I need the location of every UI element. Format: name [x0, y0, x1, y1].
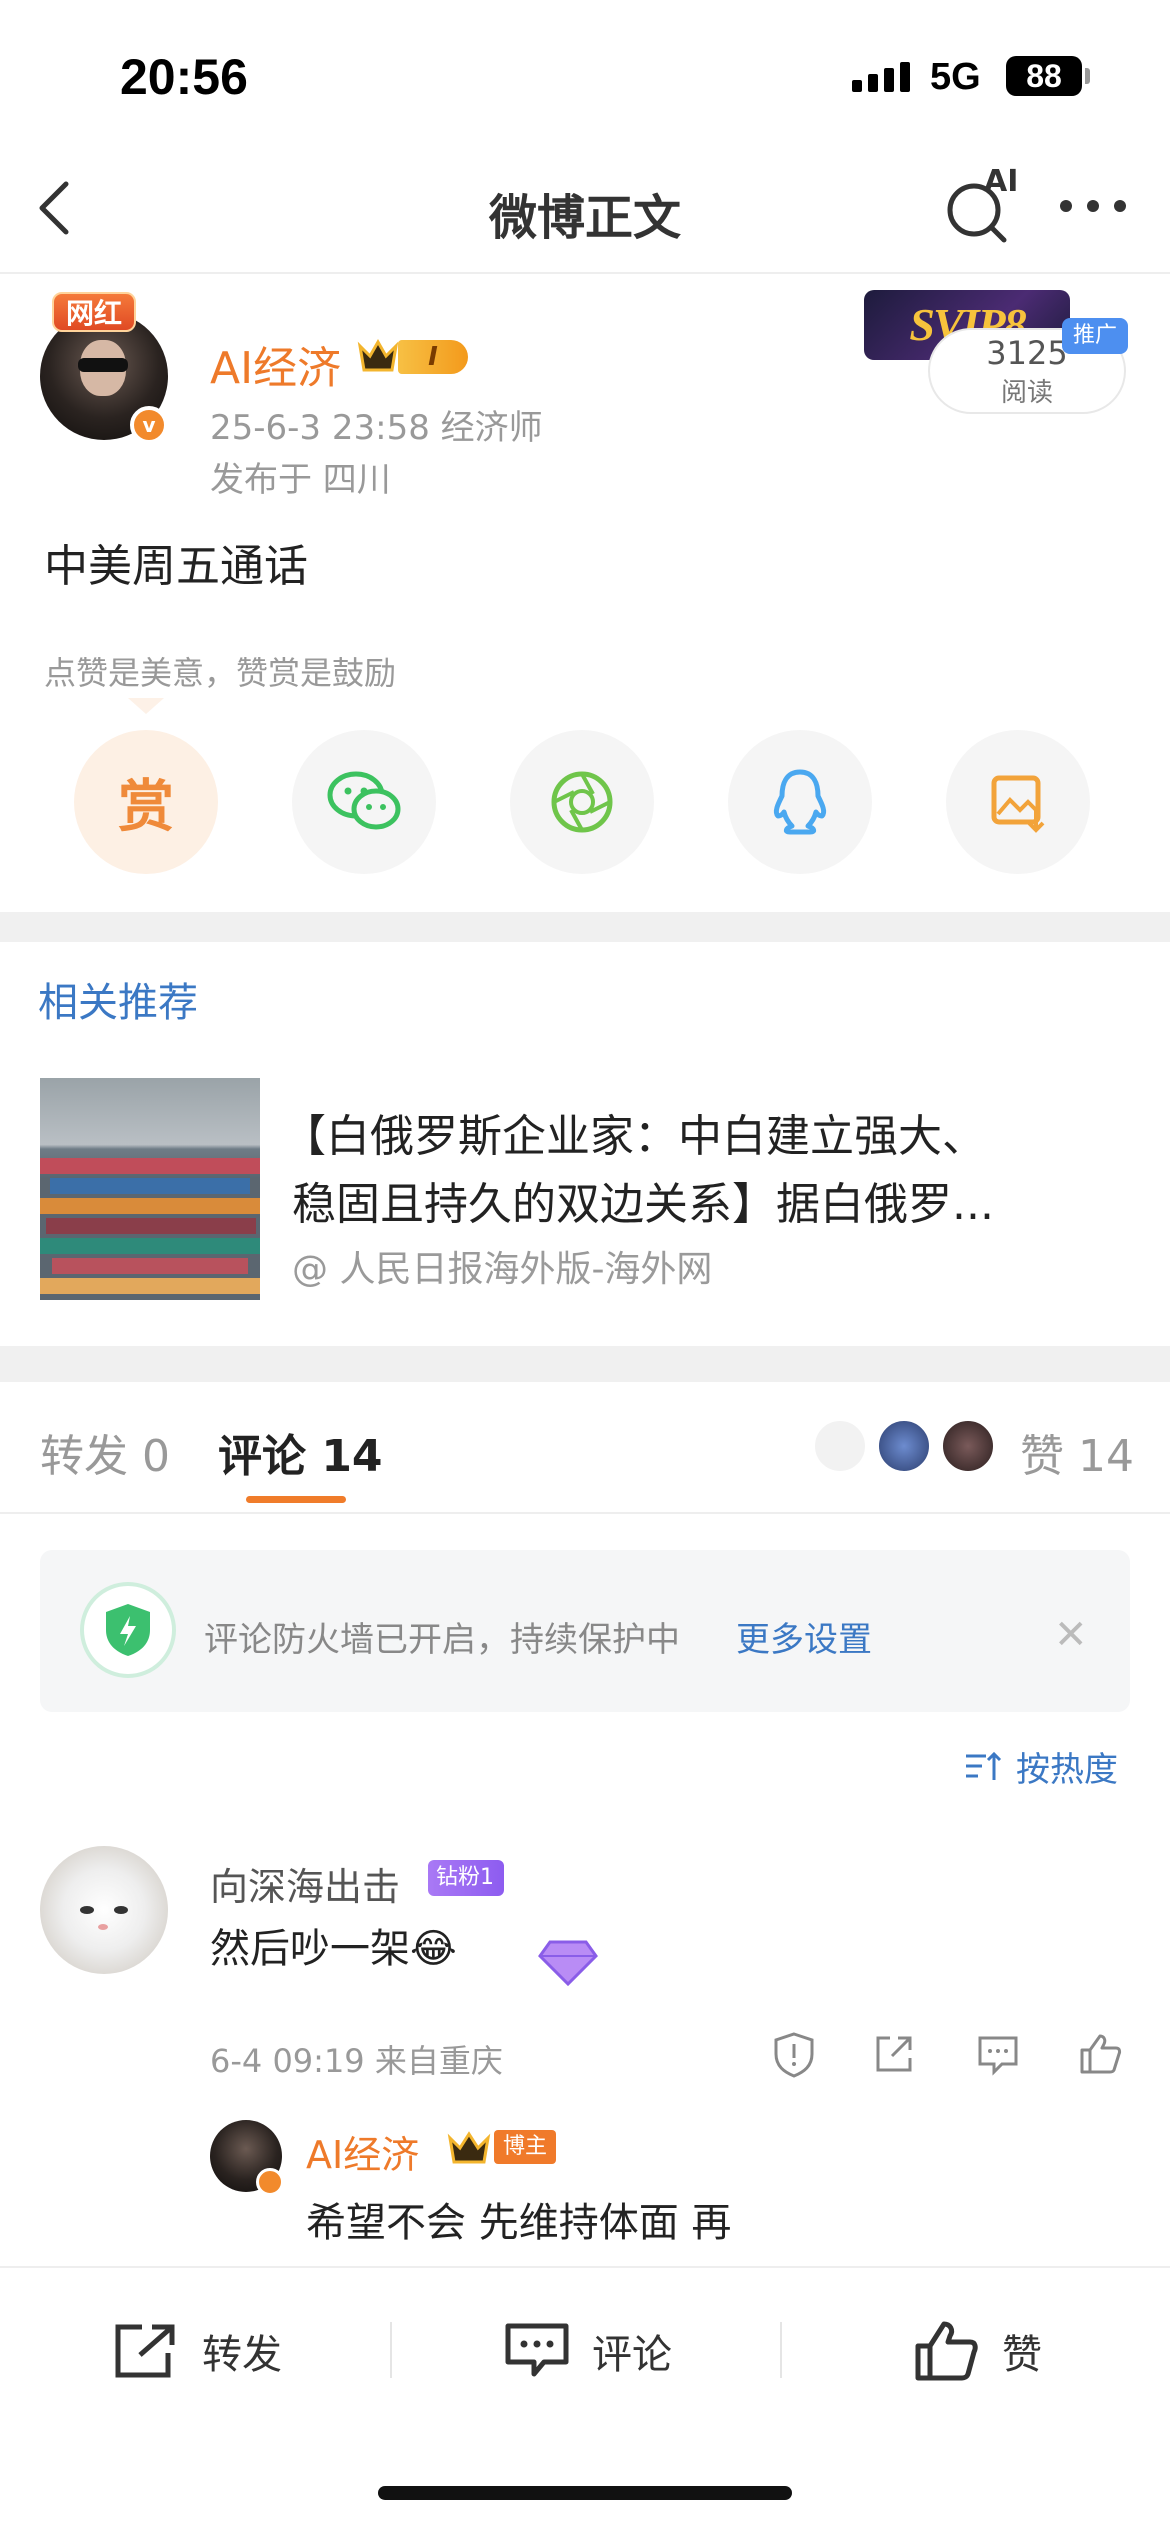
- related-thumbnail[interactable]: [40, 1078, 260, 1300]
- verified-icon: v: [130, 406, 168, 444]
- network-type: 5G: [930, 56, 981, 98]
- ai-label: AI: [984, 164, 1019, 199]
- comment-text: 然后吵一架😂: [210, 1916, 457, 1974]
- share-icon[interactable]: [870, 2030, 918, 2078]
- tab-repost[interactable]: 转发 0: [40, 1420, 170, 1484]
- bottom-divider: [780, 2322, 782, 2378]
- bottom-divider: [390, 2322, 392, 2378]
- save-image-icon: [991, 775, 1045, 833]
- firewall-text: 评论防火墙已开启，持续保护中: [204, 1620, 680, 1660]
- fan-level-badge: 钻粉1: [428, 1860, 504, 1896]
- related-title: 相关推荐: [38, 980, 198, 1026]
- tabs-divider: [0, 1512, 1170, 1514]
- repost-icon: [115, 2324, 175, 2378]
- share-qq-button[interactable]: [728, 730, 872, 874]
- home-indicator: [378, 2486, 792, 2500]
- promo-button[interactable]: 推广: [1062, 318, 1128, 354]
- section-divider: [0, 912, 1170, 942]
- like-button[interactable]: 赞: [912, 2316, 1042, 2386]
- liker-avatar[interactable]: [940, 1418, 996, 1474]
- sort-icon: [966, 1751, 1002, 1780]
- commenter-avatar[interactable]: [40, 1846, 168, 1974]
- share-moments-button[interactable]: [510, 730, 654, 874]
- author-name[interactable]: AI经济: [210, 332, 341, 396]
- crown-icon: [357, 338, 399, 372]
- more-icon[interactable]: [1058, 196, 1128, 216]
- post-text: 中美周五通话: [44, 541, 308, 592]
- active-tab-indicator: [246, 1496, 346, 1503]
- battery-level: 88: [1006, 56, 1082, 96]
- qq-icon: [773, 769, 827, 835]
- commenter-name[interactable]: 向深海出击: [210, 1856, 400, 1911]
- section-divider: [0, 1346, 1170, 1382]
- read-label: 阅读: [1000, 378, 1053, 408]
- tip-arrow: [128, 698, 164, 714]
- like-label: 赞: [1002, 2332, 1042, 2378]
- reply-icon[interactable]: [974, 2030, 1022, 2078]
- verified-icon: [256, 2168, 284, 2196]
- like-icon[interactable]: [1076, 2030, 1124, 2078]
- post-meta: 25-6-3 23:58 经济师: [210, 408, 543, 448]
- status-time: 20:56: [120, 49, 248, 105]
- comment-icon: [505, 2323, 569, 2377]
- comment-time: 6-4 09:19 来自重庆: [210, 2042, 503, 2080]
- moments-icon: [551, 771, 613, 833]
- firewall-more-settings-link[interactable]: 更多设置: [736, 1612, 872, 1661]
- comment-label: 评论: [592, 2332, 672, 2378]
- related-source: @ 人民日报海外版-海外网: [292, 1249, 713, 1290]
- reward-button[interactable]: 赏: [74, 730, 218, 874]
- save-image-button[interactable]: [946, 730, 1090, 874]
- tab-likes[interactable]: 赞 14: [1020, 1420, 1134, 1484]
- author-badge: 博主: [494, 2130, 556, 2164]
- related-headline-2[interactable]: 稳固且持久的双边关系】据白俄罗...: [292, 1168, 994, 1232]
- battery-icon: [1085, 68, 1090, 84]
- comment-button[interactable]: 评论: [502, 2316, 672, 2386]
- reward-tip: 点赞是美意，赞赏是鼓励: [44, 654, 397, 692]
- repost-label: 转发: [202, 2332, 282, 2378]
- laughing-emoji: 😂: [410, 1926, 457, 1972]
- ai-search-button[interactable]: AI: [944, 164, 1018, 244]
- reply-text: 希望不会 先维持体面 再: [306, 2200, 732, 2246]
- diamond-icon: [538, 1940, 598, 1987]
- related-headline-1[interactable]: 【白俄罗斯企业家：中白建立强大、: [282, 1100, 986, 1164]
- share-wechat-button[interactable]: [292, 730, 436, 874]
- shield-icon: [80, 1582, 176, 1678]
- close-icon[interactable]: ✕: [1054, 1612, 1088, 1658]
- crown-icon: [447, 2131, 491, 2164]
- sort-by-hot-button[interactable]: 按热度: [1016, 1742, 1118, 1791]
- wanghong-badge: 网红: [52, 292, 137, 332]
- comment-text-content: 然后吵一架: [210, 1926, 410, 1972]
- tab-comment[interactable]: 评论 14: [218, 1420, 383, 1484]
- wechat-icon: [327, 771, 401, 830]
- report-icon[interactable]: [770, 2030, 818, 2078]
- nav-divider: [0, 272, 1170, 274]
- liker-avatar[interactable]: [812, 1418, 868, 1474]
- post-location: 发布于 四川: [210, 460, 391, 500]
- member-level-badge: I: [398, 340, 468, 374]
- liker-avatar[interactable]: [876, 1418, 932, 1474]
- repost-button[interactable]: 转发: [112, 2316, 282, 2386]
- replier-name[interactable]: AI经济: [306, 2124, 419, 2179]
- thumbs-up-icon: [915, 2321, 978, 2381]
- signal-icon: [852, 62, 910, 92]
